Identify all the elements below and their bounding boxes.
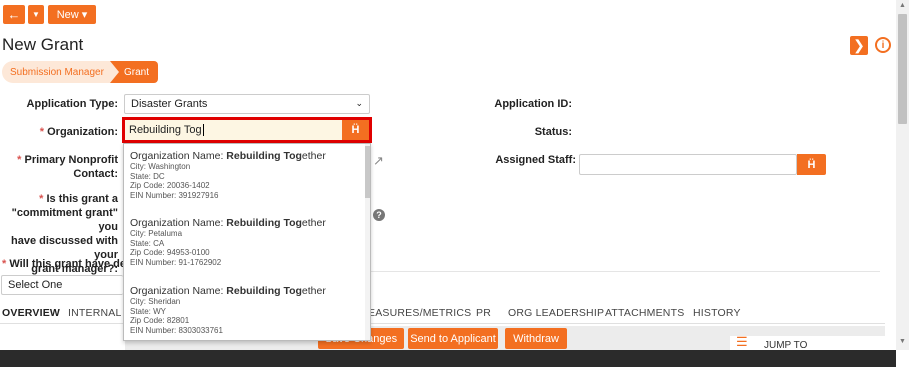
binoculars-icon: Ḧ xyxy=(807,158,816,171)
back-dropdown-button[interactable]: ▼ xyxy=(28,5,44,24)
next-button[interactable]: ❯ xyxy=(850,36,868,55)
tab-pr[interactable]: PR xyxy=(476,307,491,319)
tab-attachments[interactable]: ATTACHMENTS xyxy=(605,307,684,319)
organization-input[interactable]: Rebuilding Tog xyxy=(125,120,342,140)
application-type-label: Application Type: xyxy=(26,98,118,110)
back-arrow-icon: ← xyxy=(7,7,21,22)
new-button[interactable]: New ▾ xyxy=(48,5,96,24)
page-title: New Grant xyxy=(2,35,84,54)
taskbar xyxy=(0,350,896,367)
tab-overview[interactable]: OVERVIEW xyxy=(2,307,60,319)
tab-org-leadership[interactable]: ORG LEADERSHIP xyxy=(508,307,604,319)
scrollbar-thumb[interactable] xyxy=(898,14,907,124)
breadcrumb: Submission Manager Grant xyxy=(2,61,162,83)
binoculars-icon: Ḧ xyxy=(351,124,360,136)
send-to-applicant-button[interactable]: Send to Applicant xyxy=(408,328,498,349)
breadcrumb-notch xyxy=(110,61,119,83)
caret-down-icon: ▼ xyxy=(32,10,40,19)
assigned-staff-label: Assigned Staff: xyxy=(495,154,576,166)
external-link-icon[interactable]: ↗ xyxy=(373,153,384,169)
info-icon[interactable]: i xyxy=(875,37,891,53)
chevron-right-icon: ❯ xyxy=(853,37,865,53)
status-label: Status: xyxy=(534,126,572,138)
assigned-staff-input[interactable] xyxy=(579,154,797,175)
primary-contact-label: * Primary Nonprofit Contact: xyxy=(17,154,118,180)
breadcrumb-submission-manager[interactable]: Submission Manager xyxy=(2,61,110,83)
back-button[interactable]: ← xyxy=(3,5,25,24)
scrollbar-track[interactable]: ▲ ▼ xyxy=(896,0,909,350)
chevron-down-icon: ⌄ xyxy=(355,98,363,108)
list-item[interactable]: Organization Name: Rebuilding Together C… xyxy=(130,217,326,267)
help-icon[interactable]: ? xyxy=(373,209,385,221)
organization-label: * Organization: xyxy=(39,126,118,138)
organization-search-button[interactable]: Ḧ xyxy=(342,120,369,140)
application-type-select[interactable]: Disaster Grants ⌄ xyxy=(124,94,370,114)
tab-internal[interactable]: INTERNAL xyxy=(68,307,122,319)
withdraw-button[interactable]: Withdraw xyxy=(505,328,567,349)
tab-measures-metrics[interactable]: EASURES/METRICS xyxy=(368,307,471,319)
dropdown-scrollbar[interactable] xyxy=(365,144,370,340)
tab-history[interactable]: HISTORY xyxy=(693,307,741,319)
list-item[interactable]: Organization Name: Rebuilding Together C… xyxy=(130,285,326,335)
scroll-down-arrow[interactable]: ▼ xyxy=(899,338,906,345)
dropdown-scrollbar-thumb[interactable] xyxy=(365,146,370,198)
application-id-label: Application ID: xyxy=(494,98,572,110)
demog-select[interactable]: Select One xyxy=(1,275,123,295)
autocomplete-dropdown: Organization Name: Rebuilding Together C… xyxy=(123,143,371,341)
list-icon: ☰ xyxy=(736,334,748,349)
scroll-up-arrow[interactable]: ▲ xyxy=(899,2,906,9)
assigned-staff-search-button[interactable]: Ḧ xyxy=(797,154,826,175)
list-item[interactable]: Organization Name: Rebuilding Together C… xyxy=(130,150,326,200)
